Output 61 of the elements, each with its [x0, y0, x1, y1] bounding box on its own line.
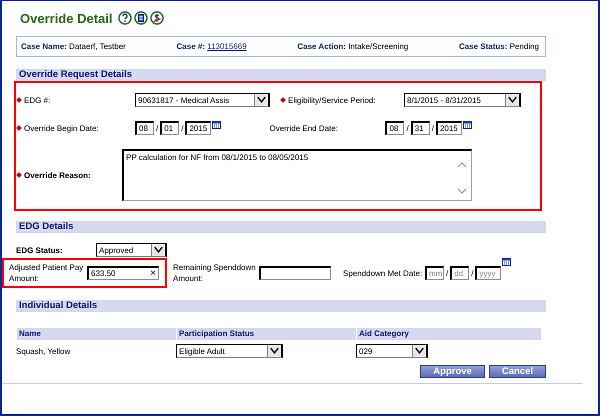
date-separator: /	[181, 124, 184, 132]
spenddown-field[interactable]	[259, 266, 331, 280]
day-field[interactable]: dd	[450, 266, 470, 280]
document-icon[interactable]	[134, 11, 148, 25]
reason-textarea[interactable]: PP calculation for NF from 08/1/2015 to 08/05/2015	[122, 149, 472, 201]
approve-button[interactable]: Approve	[420, 365, 485, 378]
clear-button[interactable]: ×	[150, 268, 156, 279]
field-label: Override End Date:	[269, 122, 338, 134]
column-header: Participation Status	[176, 328, 356, 340]
calendar-icon[interactable]	[462, 121, 472, 129]
month-field[interactable]: mm	[425, 266, 444, 280]
dropdown-arrow-icon[interactable]	[412, 345, 426, 357]
date-separator: /	[406, 124, 409, 132]
date-separator: /	[432, 124, 434, 132]
case-info: Case #: 113015669	[176, 42, 247, 51]
aid-category-select[interactable]: 029	[356, 344, 428, 358]
period-select[interactable]: 8/1/2015 - 8/31/2015	[404, 93, 521, 107]
month-field[interactable]: 08	[135, 121, 154, 135]
case-info: Case Action: Intake/Screening	[297, 42, 408, 51]
section-heading: Override Request Details	[16, 69, 546, 81]
date-separator: /	[446, 268, 448, 278]
field-label: Adjusted Patient Pay Amount:	[9, 262, 84, 284]
case-info: Case Status: Pending	[458, 42, 539, 51]
cancel-button[interactable]: Cancel	[488, 365, 546, 378]
edg-select[interactable]: 90631817 - Medical Assis	[135, 93, 270, 107]
field-label: Eligibility/Service Period:	[288, 94, 376, 106]
status-select[interactable]: Approved	[96, 243, 167, 257]
dropdown-arrow-icon[interactable]	[267, 345, 281, 357]
section-heading: EDG Details	[16, 221, 546, 233]
case-info: Case Name: Dataerf, Testber	[21, 42, 126, 51]
dropdown-arrow-icon[interactable]	[151, 244, 165, 256]
dollar-icon[interactable]	[150, 11, 164, 25]
column-header: Name	[16, 328, 176, 340]
field-label: Remaining Spenddown Amount:	[173, 262, 257, 284]
field-label: EDG #:	[24, 94, 50, 106]
case-number-link[interactable]: 113015669	[207, 42, 247, 51]
participation-select[interactable]: Eligible Adult	[176, 344, 283, 358]
field-label: Override Begin Date:	[24, 122, 99, 134]
field-label: EDG Status:	[16, 244, 63, 256]
calendar-icon[interactable]	[502, 258, 512, 266]
section-heading: Individual Details	[16, 300, 546, 312]
calendar-icon[interactable]	[212, 121, 222, 129]
help-icon[interactable]	[118, 11, 132, 25]
day-field[interactable]: 31	[410, 121, 430, 135]
field-label: Override Reason:	[24, 170, 91, 180]
date-separator: /	[156, 124, 158, 132]
scroll-arrows-icon	[457, 161, 467, 195]
month-field[interactable]: 08	[385, 121, 404, 135]
field-label: Spenddown Met Date:	[343, 268, 422, 278]
year-field[interactable]: 2015	[185, 121, 212, 135]
date-separator: /	[471, 268, 474, 278]
reason-text: PP calculation for NF from 08/1/2015 to 08/05/2015	[126, 153, 308, 162]
column-header: Aid Category	[356, 328, 541, 340]
day-field[interactable]: 01	[160, 121, 180, 135]
dropdown-arrow-icon[interactable]	[254, 94, 268, 106]
year-field[interactable]: yyyy	[475, 266, 502, 280]
dropdown-arrow-icon[interactable]	[505, 94, 519, 106]
amount-field[interactable]: 633.50 ×	[87, 266, 159, 280]
year-field[interactable]: 2015	[436, 121, 462, 135]
table-cell: Squash, Yellow	[16, 346, 70, 356]
page-title: Override Detail	[20, 10, 112, 26]
